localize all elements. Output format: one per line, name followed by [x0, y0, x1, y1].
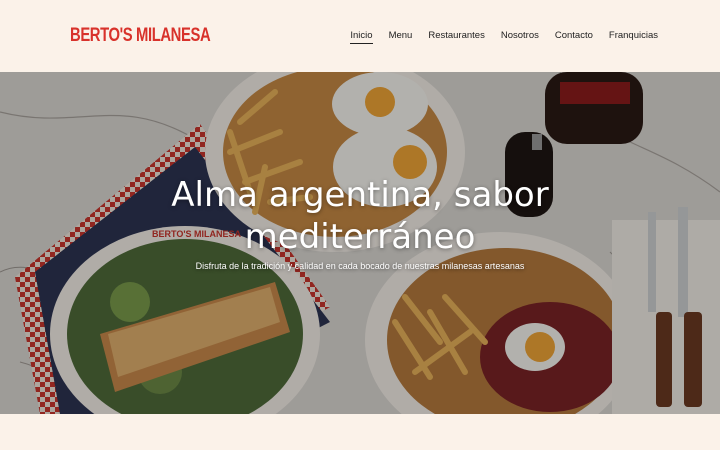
- hero-title-line1: Alma argentina, sabor: [171, 175, 549, 215]
- nav-item-contacto[interactable]: Contacto: [555, 30, 593, 44]
- nav-item-restaurantes[interactable]: Restaurantes: [428, 30, 485, 44]
- site-header: BERTO'S MILANESA Inicio Menu Restaurante…: [0, 0, 720, 72]
- brand-logo[interactable]: BERTO'S MILANESA: [70, 25, 211, 47]
- nav-item-nosotros[interactable]: Nosotros: [501, 30, 539, 44]
- nav-item-franquicias[interactable]: Franquicias: [609, 30, 658, 44]
- hero-title: Alma argentina, sabor mediterráneo: [0, 174, 720, 258]
- page-bottom-strip: [0, 414, 720, 450]
- hero-banner: BERTO'S MILANESA Alma argentina, sabor m…: [0, 72, 720, 414]
- hero-subtitle: Disfruta de la tradición y calidad en ca…: [195, 261, 525, 271]
- hero-title-line2: mediterráneo: [244, 217, 476, 257]
- main-nav: Inicio Menu Restaurantes Nosotros Contac…: [350, 30, 658, 44]
- nav-item-menu[interactable]: Menu: [389, 30, 413, 44]
- nav-item-inicio[interactable]: Inicio: [350, 30, 373, 44]
